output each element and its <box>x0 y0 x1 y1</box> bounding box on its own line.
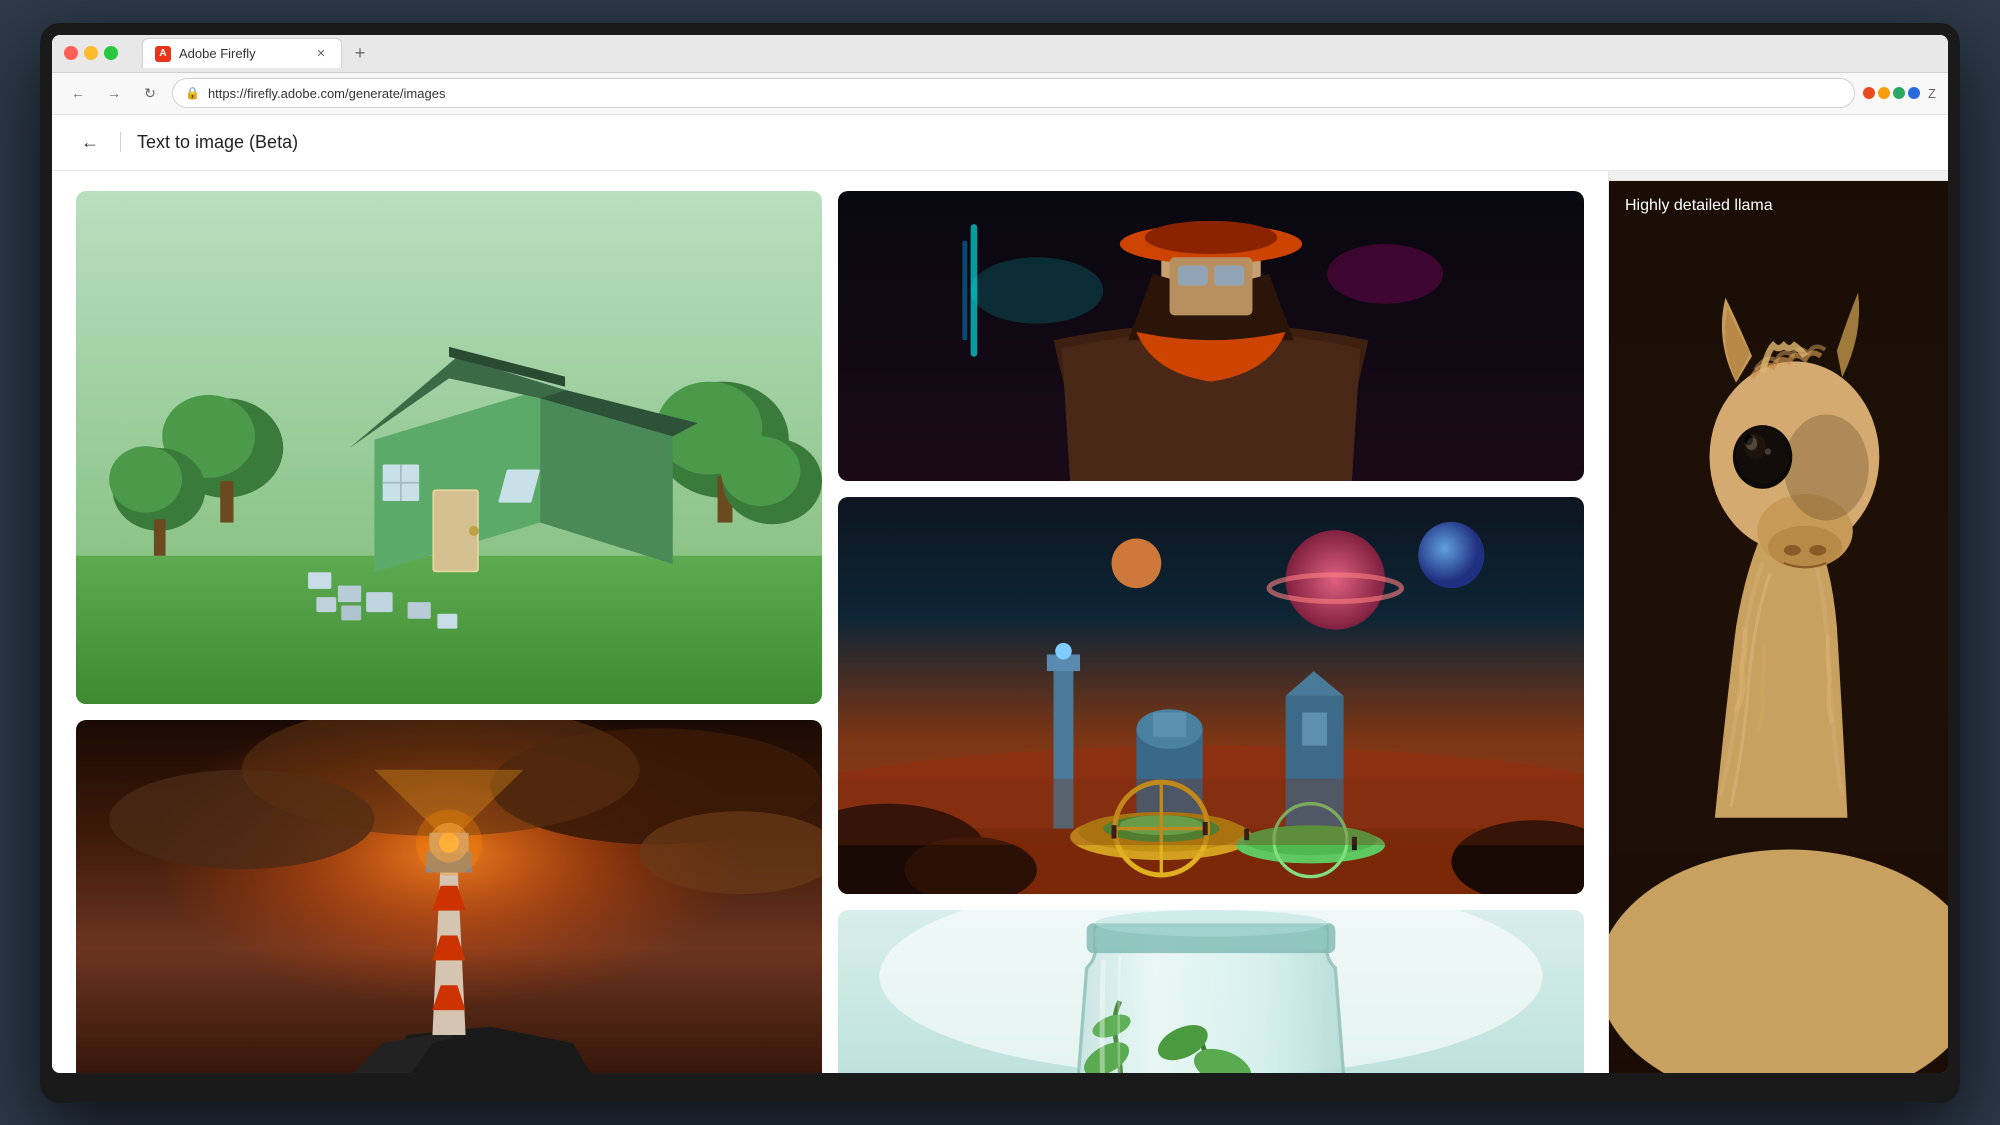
house-image <box>76 191 822 705</box>
browser-chrome: A Adobe Firefly ✕ + ← → ↻ 🔒 https://fire… <box>52 35 1948 115</box>
traffic-lights <box>64 46 118 60</box>
back-page-button[interactable]: ← <box>76 128 104 156</box>
page-content: ← Text to image (Beta) <box>52 115 1948 1073</box>
gallery <box>52 171 1608 1073</box>
lighthouse-image <box>76 720 822 1072</box>
url-text: https://firefly.adobe.com/generate/image… <box>208 86 446 101</box>
gallery-col-right <box>838 191 1584 1073</box>
lock-icon: 🔒 <box>185 86 200 100</box>
gallery-item-scifi[interactable] <box>838 497 1584 895</box>
scifi-image <box>838 497 1584 895</box>
llama-panel: Highly detailed llama <box>1609 181 1948 1073</box>
laptop-frame: A Adobe Firefly ✕ + ← → ↻ 🔒 https://fire… <box>40 23 1960 1103</box>
tab-favicon: A <box>155 46 171 62</box>
extension-label: Z <box>1928 86 1936 101</box>
title-bar: A Adobe Firefly ✕ + <box>52 35 1948 73</box>
right-panel: Highly detailed llama <box>1608 171 1948 1073</box>
dot-orange <box>1878 87 1890 99</box>
gallery-item-lighthouse[interactable] <box>76 720 822 1072</box>
gallery-item-cyberpunk[interactable] <box>838 191 1584 481</box>
refresh-button[interactable]: ↻ <box>136 79 164 107</box>
close-button[interactable] <box>64 46 78 60</box>
dot-red <box>1863 87 1875 99</box>
gallery-col-left <box>76 191 822 1073</box>
dot-green <box>1893 87 1905 99</box>
screen: A Adobe Firefly ✕ + ← → ↻ 🔒 https://fire… <box>52 35 1948 1073</box>
minimize-button[interactable] <box>84 46 98 60</box>
maximize-button[interactable] <box>104 46 118 60</box>
tab-title: Adobe Firefly <box>179 46 256 61</box>
new-tab-button[interactable]: + <box>346 39 374 67</box>
toolbar-right: Z <box>1863 86 1936 101</box>
llama-image <box>1609 181 1948 1073</box>
llama-label: Highly detailed llama <box>1625 197 1773 215</box>
cyberpunk-image <box>838 191 1584 481</box>
dot-blue <box>1908 87 1920 99</box>
tab-bar: A Adobe Firefly ✕ + <box>142 38 1936 68</box>
jar-image <box>838 910 1584 1072</box>
main-area: Highly detailed llama <box>52 171 1948 1073</box>
header-divider <box>120 132 121 152</box>
active-tab[interactable]: A Adobe Firefly ✕ <box>142 38 342 68</box>
address-bar[interactable]: 🔒 https://firefly.adobe.com/generate/ima… <box>172 78 1855 108</box>
panel-top-bar <box>1609 171 1948 181</box>
browser-toolbar: ← → ↻ 🔒 https://firefly.adobe.com/genera… <box>52 73 1948 115</box>
gallery-item-house[interactable] <box>76 191 822 705</box>
forward-nav-button[interactable]: → <box>100 79 128 107</box>
gallery-item-jar[interactable] <box>838 910 1584 1072</box>
page-title: Text to image (Beta) <box>137 132 298 153</box>
page-header: ← Text to image (Beta) <box>52 115 1948 171</box>
profile-dots <box>1863 87 1920 99</box>
back-nav-button[interactable]: ← <box>64 79 92 107</box>
tab-close-button[interactable]: ✕ <box>313 46 329 62</box>
